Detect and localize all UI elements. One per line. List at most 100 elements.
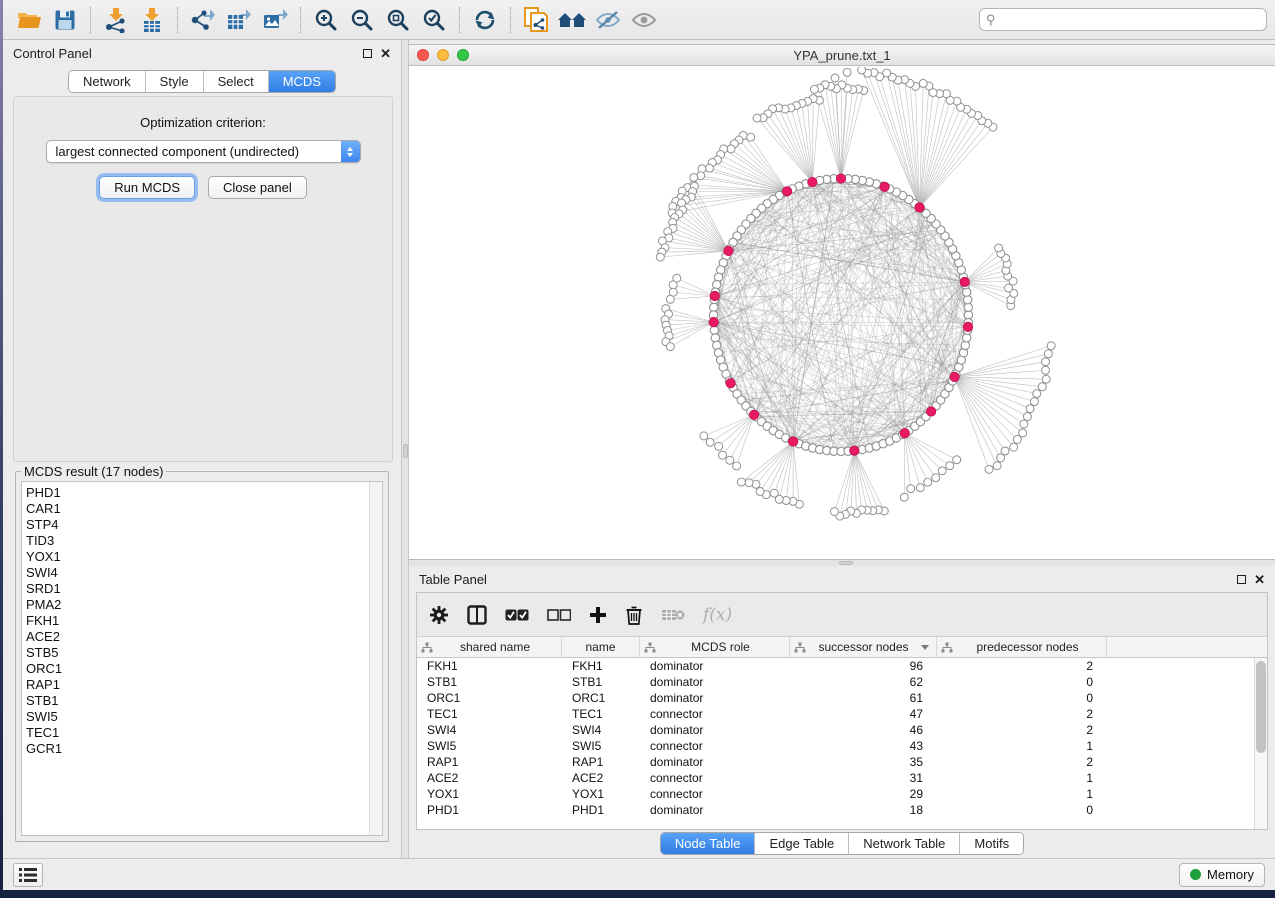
network-node[interactable] bbox=[843, 68, 851, 76]
mcds-result-item[interactable]: ORC1 bbox=[26, 661, 369, 677]
clear-all-checks-icon[interactable] bbox=[547, 608, 571, 622]
mcds-result-item[interactable]: PHD1 bbox=[26, 485, 369, 501]
network-node[interactable] bbox=[985, 465, 993, 473]
table-row[interactable]: STB1STB1dominator620 bbox=[417, 674, 1254, 690]
network-node[interactable] bbox=[719, 451, 727, 459]
search-box[interactable]: ⚲ bbox=[979, 8, 1267, 31]
table-settings-icon[interactable] bbox=[429, 605, 449, 625]
mcds-result-item[interactable]: SWI5 bbox=[26, 709, 369, 725]
open-file-icon[interactable] bbox=[11, 4, 47, 36]
memory-button[interactable]: Memory bbox=[1179, 863, 1265, 887]
save-icon[interactable] bbox=[47, 4, 83, 36]
mcds-result-item[interactable]: CAR1 bbox=[26, 501, 369, 517]
network-node[interactable] bbox=[669, 281, 677, 289]
zoom-fit-icon[interactable] bbox=[380, 4, 416, 36]
network-node[interactable] bbox=[1010, 443, 1018, 451]
tab-motifs[interactable]: Motifs bbox=[959, 833, 1023, 854]
network-node[interactable] bbox=[1030, 398, 1038, 406]
mcds-result-listbox[interactable]: PHD1CAR1STP4TID3YOX1SWI4SRD1PMA2FKH1ACE2… bbox=[21, 481, 383, 836]
close-panel-icon[interactable]: ✕ bbox=[1254, 575, 1265, 584]
float-panel-icon[interactable] bbox=[1237, 575, 1246, 584]
network-node[interactable] bbox=[1013, 436, 1021, 444]
network-node[interactable] bbox=[858, 67, 866, 74]
network-node[interactable] bbox=[932, 474, 940, 482]
export-image-icon[interactable] bbox=[257, 4, 293, 36]
mcds-list-scrollbar[interactable] bbox=[369, 482, 382, 835]
network-node[interactable] bbox=[1038, 383, 1046, 391]
search-input[interactable] bbox=[979, 8, 1267, 31]
zoom-selected-icon[interactable] bbox=[416, 4, 452, 36]
mcds-result-item[interactable]: STB1 bbox=[26, 693, 369, 709]
dominator-node[interactable] bbox=[850, 446, 859, 455]
network-node[interactable] bbox=[924, 478, 932, 486]
network-node[interactable] bbox=[907, 485, 915, 493]
network-node[interactable] bbox=[711, 334, 719, 342]
tab-network-table[interactable]: Network Table bbox=[848, 833, 959, 854]
tab-style[interactable]: Style bbox=[145, 71, 203, 92]
dominator-node[interactable] bbox=[724, 246, 733, 255]
network-node[interactable] bbox=[1019, 429, 1027, 437]
network-node[interactable] bbox=[770, 489, 778, 497]
hide-selected-icon[interactable] bbox=[590, 4, 626, 36]
mcds-result-item[interactable]: GCR1 bbox=[26, 741, 369, 757]
network-node[interactable] bbox=[706, 438, 714, 446]
dominator-node[interactable] bbox=[749, 410, 758, 419]
network-node[interactable] bbox=[1026, 405, 1034, 413]
delete-table-icon[interactable] bbox=[661, 607, 685, 623]
close-panel-icon[interactable]: ✕ bbox=[380, 49, 391, 58]
network-node[interactable] bbox=[995, 244, 1003, 252]
add-column-icon[interactable] bbox=[589, 606, 607, 624]
task-history-button[interactable] bbox=[13, 863, 43, 887]
splitter-handle[interactable] bbox=[403, 444, 408, 458]
dominator-node[interactable] bbox=[808, 177, 817, 186]
zoom-in-icon[interactable] bbox=[308, 4, 344, 36]
mcds-result-item[interactable]: STB5 bbox=[26, 645, 369, 661]
network-node[interactable] bbox=[964, 296, 972, 304]
column-header-successor-nodes[interactable]: successor nodes bbox=[790, 637, 937, 657]
network-node[interactable] bbox=[953, 456, 961, 464]
dominator-node[interactable] bbox=[836, 174, 845, 183]
network-node[interactable] bbox=[993, 462, 1001, 470]
dominator-node[interactable] bbox=[880, 182, 889, 191]
network-node[interactable] bbox=[810, 85, 818, 93]
network-node[interactable] bbox=[1041, 358, 1049, 366]
delete-column-icon[interactable] bbox=[625, 605, 643, 625]
refresh-icon[interactable] bbox=[467, 4, 503, 36]
network-node[interactable] bbox=[753, 114, 761, 122]
table-scrollbar[interactable] bbox=[1254, 658, 1267, 829]
table-row[interactable]: SWI4SWI4dominator462 bbox=[417, 722, 1254, 738]
column-header-shared-name[interactable]: shared name bbox=[417, 637, 562, 657]
export-network-icon[interactable] bbox=[185, 4, 221, 36]
network-node[interactable] bbox=[1044, 350, 1052, 358]
select-all-checks-icon[interactable] bbox=[505, 608, 529, 622]
optimization-criterion-select[interactable]: largest connected component (undirected) bbox=[46, 140, 361, 163]
show-panels-icon[interactable] bbox=[467, 605, 487, 625]
network-node[interactable] bbox=[1042, 366, 1050, 374]
tab-network[interactable]: Network bbox=[69, 71, 145, 92]
network-node[interactable] bbox=[715, 442, 723, 450]
first-neighbors-icon[interactable] bbox=[554, 4, 590, 36]
dominator-node[interactable] bbox=[710, 291, 719, 300]
network-node[interactable] bbox=[726, 456, 734, 464]
run-mcds-button[interactable]: Run MCDS bbox=[99, 176, 195, 199]
table-row[interactable]: ORC1ORC1dominator610 bbox=[417, 690, 1254, 706]
network-node[interactable] bbox=[916, 484, 924, 492]
tab-mcds[interactable]: MCDS bbox=[268, 71, 335, 92]
column-header-name[interactable]: name bbox=[562, 637, 640, 657]
table-row[interactable]: RAP1RAP1dominator352 bbox=[417, 754, 1254, 770]
network-node[interactable] bbox=[831, 74, 839, 82]
import-table-icon[interactable] bbox=[134, 4, 170, 36]
network-node[interactable] bbox=[727, 145, 735, 153]
zoom-out-icon[interactable] bbox=[344, 4, 380, 36]
network-node[interactable] bbox=[666, 343, 674, 351]
mcds-result-item[interactable]: RAP1 bbox=[26, 677, 369, 693]
export-table-icon[interactable] bbox=[221, 4, 257, 36]
network-node[interactable] bbox=[919, 79, 927, 87]
network-node[interactable] bbox=[900, 493, 908, 501]
scrollbar-thumb[interactable] bbox=[1256, 661, 1266, 753]
network-node[interactable] bbox=[756, 487, 764, 495]
network-node[interactable] bbox=[963, 334, 971, 342]
dominator-node[interactable] bbox=[900, 428, 909, 437]
mcds-result-item[interactable]: FKH1 bbox=[26, 613, 369, 629]
mcds-result-item[interactable]: SRD1 bbox=[26, 581, 369, 597]
